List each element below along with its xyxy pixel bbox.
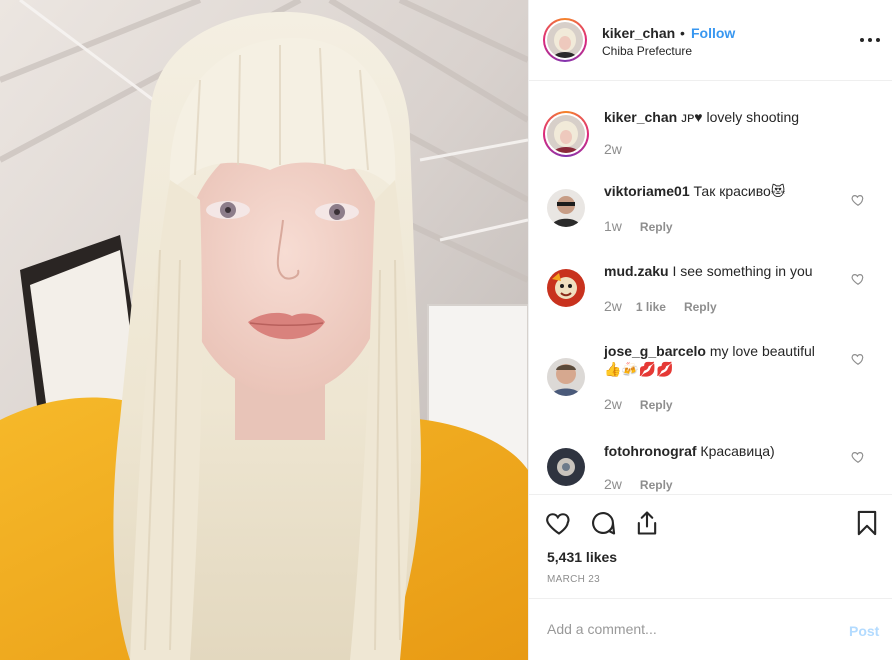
share-icon[interactable] — [633, 509, 661, 537]
reply-button[interactable]: Reply — [684, 300, 717, 314]
comment-time[interactable]: 1w — [604, 218, 622, 234]
post-date[interactable]: MARCH 23 — [547, 574, 600, 585]
comment-meta: 2w 1 like Reply — [604, 298, 717, 314]
comments-list[interactable]: kiker_chan ᴊᴘ♥ lovely shooting 2w viktor… — [529, 81, 892, 494]
comment-text: I see something in you — [672, 263, 813, 279]
small-heart-icon[interactable] — [851, 450, 865, 464]
post-button[interactable]: Post — [849, 623, 879, 639]
post-photo[interactable]: LS — [0, 0, 528, 660]
comment-time[interactable]: 2w — [604, 476, 622, 492]
small-heart-icon[interactable] — [851, 352, 865, 366]
comment-time[interactable]: 2w — [604, 298, 622, 314]
reply-button[interactable]: Reply — [640, 220, 673, 234]
add-comment-bar: Post — [529, 598, 892, 660]
heart-icon[interactable] — [545, 509, 573, 537]
comment-meta: 2w Reply — [604, 476, 673, 492]
comment-avatar[interactable] — [547, 448, 585, 486]
comment-avatar[interactable] — [547, 269, 585, 307]
comment-meta: 1w Reply — [604, 218, 673, 234]
more-options-icon[interactable] — [859, 37, 881, 45]
comment-username[interactable]: mud.zaku — [604, 263, 669, 279]
comment-text: Так красиво😻 — [693, 183, 786, 199]
comment-text: Красавица) — [700, 443, 775, 459]
header-location[interactable]: Chiba Prefecture — [602, 44, 692, 58]
likes-count[interactable]: 5,431 likes — [547, 549, 617, 565]
caption-text: ᴊᴘ♥ lovely shooting — [681, 109, 800, 125]
header-separator: • — [680, 25, 685, 41]
comment-username[interactable]: jose_g_barcelo — [604, 343, 706, 359]
comment-input[interactable] — [547, 621, 817, 637]
comment-meta: 2w Reply — [604, 396, 673, 412]
follow-button[interactable]: Follow — [691, 25, 735, 41]
caption-meta: 2w — [604, 141, 622, 157]
caption-avatar — [547, 115, 585, 153]
post-actions: 5,431 likes MARCH 23 — [529, 494, 892, 598]
bookmark-icon[interactable] — [853, 509, 881, 537]
post-sidebar: kiker_chan • Follow Chiba Prefecture kik… — [528, 0, 892, 660]
comment-username[interactable]: fotohronograf — [604, 443, 697, 459]
small-heart-icon[interactable] — [851, 193, 865, 207]
reply-button[interactable]: Reply — [640, 398, 673, 412]
comment-avatar[interactable] — [547, 358, 585, 396]
caption-username[interactable]: kiker_chan — [604, 109, 677, 125]
reply-button[interactable]: Reply — [640, 478, 673, 492]
comment-time[interactable]: 2w — [604, 396, 622, 412]
comment-text-row: jose_g_barcelo my love beautiful 👍🍻💋💋 — [604, 342, 834, 378]
caption-text-row: kiker_chan ᴊᴘ♥ lovely shooting — [604, 108, 834, 126]
comment-text-row: fotohronograf Красавица) — [604, 442, 834, 460]
comment-icon[interactable] — [589, 509, 617, 537]
small-heart-icon[interactable] — [851, 272, 865, 286]
comment-avatar[interactable] — [547, 189, 585, 227]
caption-time[interactable]: 2w — [604, 141, 622, 157]
comment-text-row: mud.zaku I see something in you — [604, 262, 834, 280]
post-header: kiker_chan • Follow Chiba Prefecture — [529, 0, 892, 81]
avatar-story-ring[interactable] — [543, 18, 587, 62]
comment-text-row: viktoriame01 Так красиво😻 — [604, 182, 834, 200]
comment-username[interactable]: viktoriame01 — [604, 183, 690, 199]
post-photo-image: LS — [0, 0, 528, 660]
comment-likes[interactable]: 1 like — [636, 300, 666, 314]
avatar — [547, 22, 583, 58]
header-username[interactable]: kiker_chan — [602, 25, 675, 41]
caption-avatar-ring[interactable] — [543, 111, 589, 157]
